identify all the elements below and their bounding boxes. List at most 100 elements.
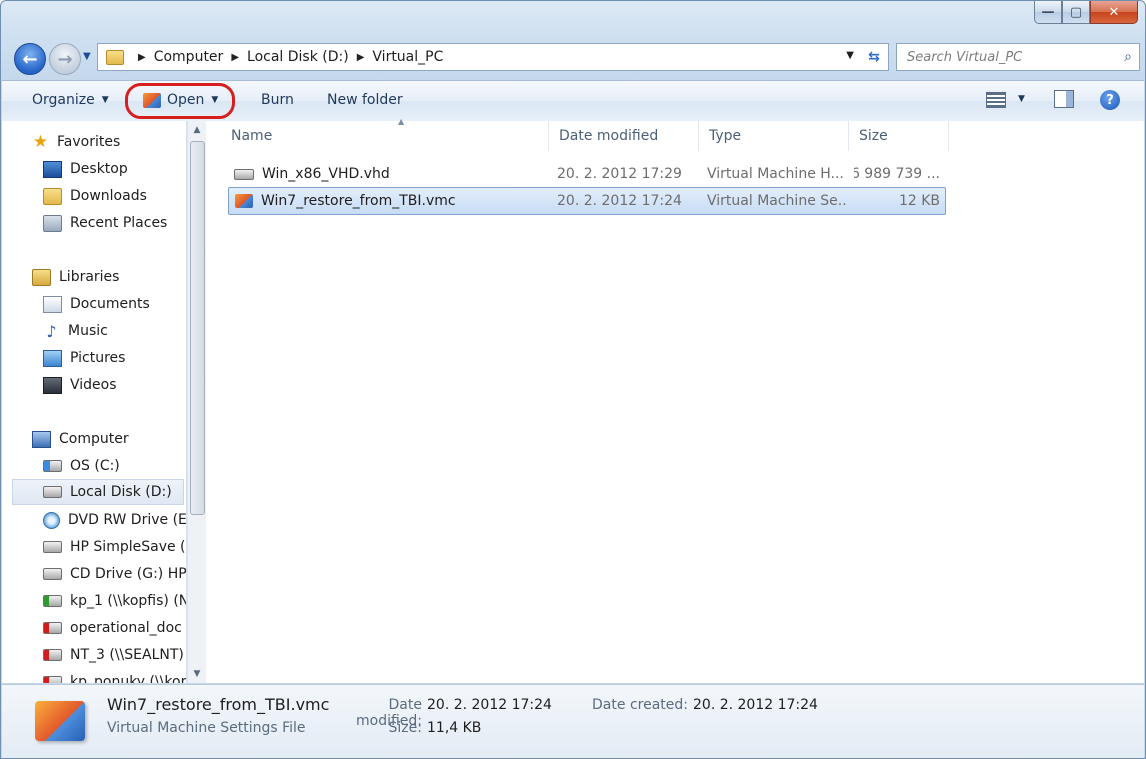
close-button[interactable]: ✕ — [1090, 1, 1138, 24]
documents-icon — [43, 295, 62, 313]
file-name-cell: Win_x86_VHD.vhd — [228, 161, 548, 187]
sidebar-item-documents[interactable]: Documents — [43, 291, 186, 317]
breadcrumb-separator-icon[interactable]: ▶ — [231, 52, 239, 63]
organize-label: Organize — [32, 92, 95, 108]
details-date-modified-value: 20. 2. 2012 17:24 — [427, 697, 552, 713]
sidebar-item-kp-ponuky[interactable]: kp_ponuky (\\kop — [43, 669, 186, 683]
refresh-button[interactable]: ⇆ — [860, 43, 889, 71]
view-options-chevron-down-icon[interactable]: ▼ — [1018, 94, 1025, 104]
sidebar-item-dvd-rw-drive[interactable]: DVD RW Drive (E: — [43, 507, 186, 533]
back-button[interactable]: ← — [14, 43, 46, 75]
sidebar-item-label: Music — [68, 323, 108, 339]
file-name-cell: Win7_restore_from_TBI.vmc — [229, 188, 549, 214]
sidebar-item-downloads[interactable]: Downloads — [43, 183, 186, 209]
sidebar-item-label: Favorites — [57, 134, 121, 150]
sidebar-item-kp-1[interactable]: kp_1 (\\kopfis) (N — [43, 588, 186, 614]
sidebar-item-os-c[interactable]: OS (C:) — [43, 453, 186, 479]
details-filename: Win7_restore_from_TBI.vmc — [107, 695, 330, 714]
file-size-cell: 12 KB — [898, 193, 940, 209]
vmc-file-large-icon — [35, 701, 85, 741]
help-icon[interactable]: ? — [1100, 90, 1120, 110]
sidebar-item-hp-simplesave[interactable]: HP SimpleSave (F — [43, 534, 186, 560]
search-box: ⌕ — [896, 43, 1140, 71]
folder-icon — [106, 49, 124, 65]
preview-pane-icon[interactable] — [1054, 90, 1074, 108]
downloads-icon — [43, 187, 62, 205]
desktop-icon — [43, 160, 62, 178]
sidebar-item-label: CD Drive (G:) HP I — [70, 566, 187, 582]
scroll-down-icon[interactable]: ▼ — [188, 669, 206, 679]
vmc-file-icon — [235, 194, 253, 208]
sidebar-item-label: OS (C:) — [70, 458, 120, 474]
scroll-up-icon[interactable]: ▲ — [188, 125, 206, 135]
open-highlight-annotation — [125, 83, 235, 119]
column-header-type[interactable]: Type — [699, 121, 849, 151]
breadcrumb-separator-icon[interactable]: ▶ — [357, 52, 365, 63]
burn-button[interactable]: Burn — [261, 92, 294, 108]
drive-icon — [43, 486, 62, 498]
file-list: Name ▲ Date modified Type Size Win_x86_VH… — [206, 117, 1144, 683]
new-folder-button[interactable]: New folder — [327, 92, 403, 108]
breadcrumb-computer[interactable]: Computer — [154, 49, 224, 65]
sidebar-item-label: Libraries — [59, 269, 120, 285]
details-date-created-label: Date created: — [592, 697, 688, 713]
recent-places-icon — [43, 214, 62, 232]
breadcrumb-local-disk[interactable]: Local Disk (D:) — [247, 49, 349, 65]
burn-label: Burn — [261, 92, 294, 108]
address-bar[interactable]: ▶ Computer ▶ Local Disk (D:) ▶ Virtual_PC ▼ — [97, 43, 861, 71]
chevron-down-icon: ▼ — [101, 95, 109, 105]
scrollbar-thumb[interactable] — [190, 141, 205, 515]
sidebar-item-music[interactable]: ♪ Music — [43, 318, 186, 344]
column-header-date-modified[interactable]: Date modified — [549, 121, 699, 151]
file-size-cell: 6 989 739 ... — [854, 166, 940, 182]
search-input[interactable] — [905, 48, 1117, 66]
navigation-pane: ★ Favorites Desktop Downloads Recent Plac… — [2, 121, 187, 683]
forward-button[interactable]: → — [49, 43, 81, 75]
sidebar-item-desktop[interactable]: Desktop — [43, 156, 186, 182]
navigation-pane-scrollbar[interactable]: ▲ ▼ — [187, 121, 206, 683]
pictures-icon — [43, 349, 62, 367]
sidebar-item-nt-3[interactable]: NT_3 (\\SEALNT) — [43, 642, 186, 668]
file-row[interactable]: Win_x86_VHD.vhd 20. 2. 2012 17:29 Virtua… — [228, 161, 944, 187]
file-name: Win_x86_VHD.vhd — [262, 166, 390, 182]
sidebar-item-label: Recent Places — [70, 215, 168, 231]
sidebar-item-label: Pictures — [70, 350, 126, 366]
column-header-size[interactable]: Size — [849, 121, 949, 151]
refresh-icon: ⇆ — [868, 49, 880, 65]
sidebar-item-videos[interactable]: Videos — [43, 372, 186, 398]
drive-icon — [43, 460, 62, 472]
network-drive-disconnected-icon — [43, 649, 62, 661]
column-header-name[interactable]: Name ▲ — [221, 117, 549, 151]
file-row-selected[interactable]: Win7_restore_from_TBI.vmc 20. 2. 2012 17… — [228, 187, 946, 215]
new-folder-label: New folder — [327, 92, 403, 108]
breadcrumb-separator-icon[interactable]: ▶ — [138, 52, 146, 63]
column-header-label: Size — [859, 128, 888, 144]
computer-icon — [32, 430, 51, 448]
breadcrumb-virtual-pc[interactable]: Virtual_PC — [372, 49, 443, 65]
sort-ascending-icon: ▲ — [398, 117, 405, 126]
sidebar-item-computer[interactable]: Computer — [32, 426, 186, 452]
music-icon: ♪ — [46, 321, 57, 341]
sidebar-item-cd-drive[interactable]: CD Drive (G:) HP I — [43, 561, 187, 587]
column-header-label: Type — [709, 128, 742, 144]
change-view-icon[interactable] — [986, 92, 1006, 108]
sidebar-item-label: Videos — [70, 377, 117, 393]
organize-button[interactable]: Organize ▼ — [32, 92, 109, 108]
sidebar-item-favorites[interactable]: ★ Favorites — [32, 129, 186, 155]
recent-pages-chevron-down-icon[interactable]: ▼ — [83, 51, 91, 62]
sidebar-item-pictures[interactable]: Pictures — [43, 345, 186, 371]
minimize-button[interactable]: — — [1034, 1, 1062, 24]
drive-icon — [43, 541, 62, 553]
maximize-button[interactable]: ▢ — [1062, 1, 1090, 24]
search-icon[interactable]: ⌕ — [1117, 49, 1139, 65]
sidebar-item-libraries[interactable]: Libraries — [32, 264, 186, 290]
sidebar-item-label: Computer — [59, 431, 129, 447]
forward-arrow-icon: → — [57, 48, 73, 70]
address-history-chevron-down-icon[interactable]: ▼ — [846, 50, 854, 61]
sidebar-item-operational-doc[interactable]: operational_doc ( — [43, 615, 186, 641]
vhd-file-icon — [234, 168, 254, 180]
file-date-cell: 20. 2. 2012 17:24 — [557, 193, 682, 209]
explorer-window: — ▢ ✕ ← → ▼ ▶ Computer ▶ Local Disk (D:) ▶… — [0, 0, 1146, 759]
sidebar-item-local-disk-d[interactable]: Local Disk (D:) — [12, 479, 184, 505]
sidebar-item-recent-places[interactable]: Recent Places — [43, 210, 186, 236]
